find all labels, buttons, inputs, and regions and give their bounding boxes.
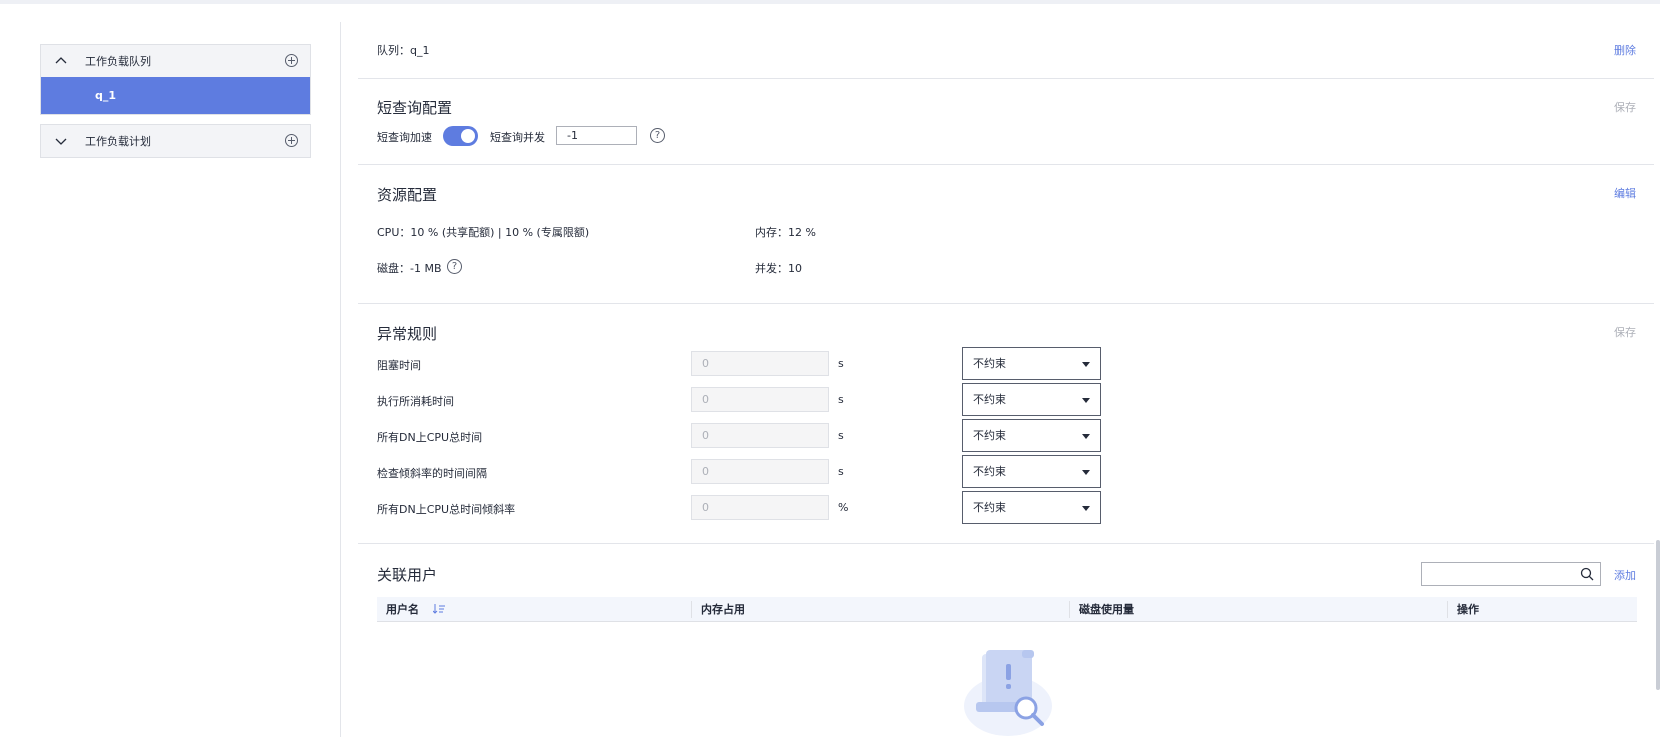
memory-info: 内存：12 % bbox=[755, 224, 816, 240]
empty-state-illustration bbox=[962, 650, 1054, 737]
divider bbox=[358, 164, 1654, 165]
disk-info: 磁盘：-1 MB bbox=[377, 260, 442, 276]
delete-link[interactable]: 删除 bbox=[1614, 42, 1636, 58]
top-border bbox=[0, 0, 1660, 4]
rule-label: 执行所消耗时间 bbox=[377, 395, 454, 408]
disk-value: -1 MB bbox=[410, 262, 442, 275]
tree-group-queues: 工作负载队列 q_1 bbox=[40, 44, 311, 115]
rule-action-select[interactable]: 不约束 bbox=[962, 419, 1101, 452]
chevron-down-icon[interactable] bbox=[55, 135, 67, 147]
rule-value-input: 0 bbox=[691, 387, 829, 412]
caret-down-icon bbox=[1082, 362, 1090, 367]
users-table-header: 用户名 内存占用 磁盘使用量 操作 bbox=[377, 597, 1637, 622]
rule-action-select[interactable]: 不约束 bbox=[962, 455, 1101, 488]
rule-action-select[interactable]: 不约束 bbox=[962, 491, 1101, 524]
search-icon[interactable] bbox=[1580, 567, 1594, 581]
rule-action-value: 不约束 bbox=[973, 357, 1006, 370]
disk-label: 磁盘： bbox=[377, 262, 410, 275]
concurrency-info: 并发：10 bbox=[755, 260, 802, 276]
short-query-concurrency-input[interactable]: -1 bbox=[556, 126, 637, 145]
cpu-value: 10 % (共享配额) | 10 % (专属限额) bbox=[410, 226, 590, 239]
tree-group-label: 工作负载队列 bbox=[85, 55, 151, 68]
rule-value-input: 0 bbox=[691, 423, 829, 448]
chevron-up-icon[interactable] bbox=[55, 55, 67, 67]
cpu-info: CPU：10 % (共享配额) | 10 % (专属限额) bbox=[377, 224, 589, 240]
tree-group-header-plans[interactable]: 工作负载计划 bbox=[41, 125, 310, 157]
column-header-username[interactable]: 用户名 bbox=[377, 597, 445, 622]
section-title-short-query: 短查询配置 bbox=[377, 99, 453, 117]
divider bbox=[358, 303, 1654, 304]
tree-group-plans: 工作负载计划 bbox=[40, 124, 311, 158]
concurrency-value: 10 bbox=[788, 262, 802, 275]
rule-action-value: 不约束 bbox=[973, 465, 1006, 478]
scrollbar[interactable] bbox=[1656, 540, 1660, 690]
divider bbox=[358, 543, 1654, 544]
add-circle-icon[interactable] bbox=[285, 54, 298, 67]
edit-link[interactable]: 编辑 bbox=[1614, 185, 1636, 201]
rule-value-input: 0 bbox=[691, 351, 829, 376]
memory-value: 12 % bbox=[788, 226, 816, 239]
sort-icon[interactable] bbox=[432, 598, 445, 623]
column-header-disk: 磁盘使用量 bbox=[1079, 603, 1134, 616]
rule-label: 检查倾斜率的时间间隔 bbox=[377, 467, 487, 480]
concurrency-label: 并发： bbox=[755, 262, 788, 275]
tree-group-header-queues[interactable]: 工作负载队列 bbox=[41, 45, 310, 77]
rule-unit: s bbox=[838, 429, 844, 442]
caret-down-icon bbox=[1082, 434, 1090, 439]
short-query-accel-toggle[interactable] bbox=[443, 126, 478, 146]
divider bbox=[358, 78, 1654, 79]
rule-action-value: 不约束 bbox=[973, 393, 1006, 406]
rule-unit: s bbox=[838, 393, 844, 406]
rule-unit: s bbox=[838, 357, 844, 370]
tree-item-q1[interactable]: q_1 bbox=[41, 77, 310, 114]
add-circle-icon[interactable] bbox=[285, 134, 298, 147]
rule-value-input: 0 bbox=[691, 459, 829, 484]
rule-action-select[interactable]: 不约束 bbox=[962, 383, 1101, 416]
caret-down-icon bbox=[1082, 506, 1090, 511]
rule-action-value: 不约束 bbox=[973, 429, 1006, 442]
section-title-users: 关联用户 bbox=[377, 566, 438, 584]
memory-label: 内存： bbox=[755, 226, 788, 239]
short-query-concurrency-label: 短查询并发 bbox=[490, 131, 545, 144]
add-user-link[interactable]: 添加 bbox=[1614, 567, 1636, 583]
tree-group-label: 工作负载计划 bbox=[85, 135, 151, 148]
section-title-exception-rules: 异常规则 bbox=[377, 325, 438, 343]
rule-label: 所有DN上CPU总时间倾斜率 bbox=[377, 503, 516, 516]
rule-unit: % bbox=[838, 501, 849, 514]
rule-label: 所有DN上CPU总时间 bbox=[377, 431, 483, 444]
queue-name: q_1 bbox=[410, 44, 430, 57]
divider bbox=[340, 22, 341, 737]
cpu-label: CPU： bbox=[377, 226, 411, 239]
save-button-exception-rules[interactable]: 保存 bbox=[1614, 324, 1636, 340]
section-title-resource: 资源配置 bbox=[377, 186, 438, 204]
caret-down-icon bbox=[1082, 398, 1090, 403]
rule-unit: s bbox=[838, 465, 844, 478]
short-query-accel-label: 短查询加速 bbox=[377, 131, 432, 144]
queue-info: 队列：q_1 bbox=[377, 42, 429, 58]
queue-label: 队列： bbox=[377, 44, 410, 57]
rule-action-select[interactable]: 不约束 bbox=[962, 347, 1101, 380]
rule-label: 阻塞时间 bbox=[377, 359, 421, 372]
save-button-short-query[interactable]: 保存 bbox=[1614, 99, 1636, 115]
user-search-input[interactable] bbox=[1421, 562, 1601, 586]
caret-down-icon bbox=[1082, 470, 1090, 475]
column-label: 用户名 bbox=[386, 603, 419, 616]
rule-action-value: 不约束 bbox=[973, 501, 1006, 514]
column-header-actions: 操作 bbox=[1457, 603, 1479, 616]
help-icon[interactable]: ? bbox=[650, 128, 665, 143]
column-header-memory: 内存占用 bbox=[701, 603, 745, 616]
rule-value-input: 0 bbox=[691, 495, 829, 520]
help-icon[interactable]: ? bbox=[447, 259, 462, 274]
